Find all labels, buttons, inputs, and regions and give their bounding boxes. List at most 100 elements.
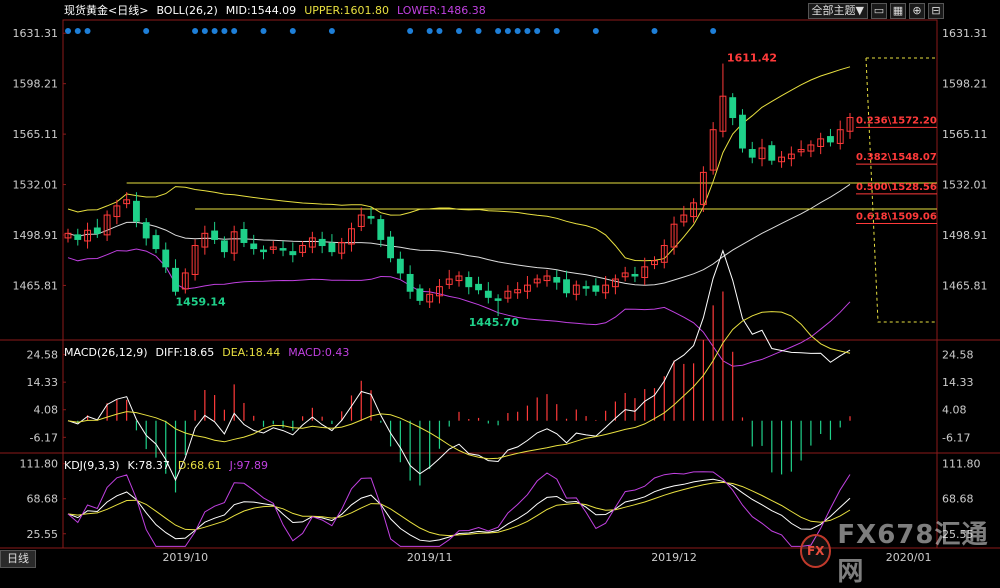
watermark-logo: FX FX678汇通网 (800, 514, 1000, 588)
signal-dot (289, 28, 296, 34)
layout-button[interactable]: ▦ (890, 3, 906, 19)
candle-body (553, 277, 561, 283)
macd-value: MACD:0.43 (288, 345, 350, 359)
logo-icon: FX (800, 534, 832, 568)
candle-body (250, 243, 258, 250)
axis-label-left: 111.80 (20, 458, 59, 471)
axis-label-right: 4.08 (942, 404, 967, 417)
kdj-header: KDJ(9,3,3) K:78.37 D:68.61 J:97.89 (64, 455, 276, 475)
candle-body (240, 229, 248, 243)
signal-dot (201, 28, 208, 34)
candle-body (563, 279, 570, 294)
logo-text: FX678汇通网 (837, 520, 989, 587)
axis-label-left: 1565.11 (13, 128, 59, 141)
candle-body (631, 273, 639, 277)
candle-body (377, 219, 385, 240)
candle-body (220, 240, 228, 253)
axis-label-right: 1565.11 (942, 128, 988, 141)
candle-body (211, 230, 219, 240)
signal-dot (231, 28, 238, 34)
axis-label-right: 14.33 (942, 376, 974, 389)
upper-label: UPPER:1601.80 (304, 3, 389, 17)
axis-label-left: 25.55 (27, 528, 59, 541)
axes: 1631.31 1631.31 1598.21 1598.21 1565.11 1565.… (13, 27, 988, 564)
candle-body (93, 227, 101, 234)
axis-label-left: 14.33 (27, 376, 59, 389)
fib-label: 0.382\1548.07 (856, 152, 937, 163)
signal-dot (504, 28, 511, 34)
axis-label-left: 4.08 (34, 404, 59, 417)
lower-label: LOWER:1486.38 (396, 3, 486, 17)
signal-dot (436, 28, 443, 34)
x-axis-label: 2019/10 (162, 551, 208, 564)
macd-header: MACD(26,12,9) DIFF:18.65 DEA:18.44 MACD:… (64, 342, 357, 362)
signal-dot (407, 28, 414, 34)
axis-label-right: -6.17 (942, 431, 970, 444)
kdj-j: J:97.89 (229, 458, 269, 472)
axis-label-left: 1598.21 (13, 78, 59, 91)
candle-body (592, 285, 600, 292)
signal-dot (328, 28, 335, 34)
signal-dot (260, 28, 267, 34)
period-tab[interactable]: 日线 (0, 550, 36, 568)
price-header: 现货黄金<日线> BOLL(26,2) MID:1544.09 UPPER:16… (64, 0, 494, 20)
axis-label-left: 24.58 (27, 349, 59, 362)
price-annotation: 1611.42 (727, 52, 777, 65)
candle-body (768, 145, 776, 161)
candle-body (748, 149, 756, 158)
settings-icon[interactable]: ⊟ (928, 3, 944, 19)
macd-dea: DEA:18.44 (222, 345, 281, 359)
candle-body (475, 283, 482, 291)
signal-dot (495, 28, 502, 34)
kdj-name: KDJ(9,3,3) (64, 458, 120, 472)
kdj-k: K:78.37 (127, 458, 170, 472)
x-axis-label: 2019/12 (651, 551, 697, 564)
signal-dot (426, 28, 433, 34)
toolbar: 全部主题▼ ▭ ▦ ⊕ ⊟ (807, 3, 944, 19)
candle-body (416, 288, 424, 301)
macd-diff: DIFF:18.65 (155, 345, 215, 359)
candle-body (406, 273, 414, 292)
candle-body (152, 235, 160, 250)
macd-name: MACD(26,12,9) (64, 345, 148, 359)
price-annotation: 1445.70 (469, 316, 519, 329)
signal-dot (475, 28, 482, 34)
window-button[interactable]: ▭ (871, 3, 887, 19)
candle-body (328, 242, 336, 253)
axis-label-left: 1465.81 (13, 279, 59, 292)
axis-label-right: 1631.31 (942, 27, 988, 40)
axis-label-right: 1498.91 (942, 229, 988, 242)
candle-body (729, 97, 737, 119)
candle-body (494, 298, 502, 301)
candle-body (279, 248, 287, 251)
signal-dot (651, 28, 658, 34)
signal-dot (143, 28, 150, 34)
symbol-label[interactable]: 现货黄金<日线> (64, 2, 148, 18)
fib-label: 0.618\1509.06 (856, 212, 937, 223)
signal-dot (514, 28, 521, 34)
axis-label-left: 1631.31 (13, 27, 59, 40)
signal-dot (211, 28, 218, 34)
signal-dot (592, 28, 599, 34)
signal-dot (84, 28, 91, 34)
candle-body (74, 234, 82, 240)
candle-body (260, 249, 267, 253)
axis-label-right: 1532.01 (942, 179, 988, 192)
theme-menu-button[interactable]: 全部主题▼ (807, 3, 868, 19)
chart-canvas: 1611.42 1459.14 1445.70 0.236\1572.20 0.382\… (0, 19, 1000, 564)
candle-body (827, 136, 834, 143)
mid-label: MID:1544.09 (225, 3, 297, 17)
axis-label-left: 1498.91 (13, 229, 59, 242)
candle-body (162, 249, 170, 268)
axis-label-right: 24.58 (942, 349, 974, 362)
zoom-icon[interactable]: ⊕ (909, 3, 925, 19)
signal-dot (221, 28, 228, 34)
axis-label-right: 1598.21 (942, 78, 988, 91)
signal-dot (534, 28, 541, 34)
signal-dot (553, 28, 560, 34)
candle-body (367, 216, 375, 219)
axis-label-left: 1532.01 (13, 179, 59, 192)
candle-body (289, 251, 297, 256)
candle-body (142, 222, 150, 239)
boll-label: BOLL(26,2) (156, 3, 218, 17)
